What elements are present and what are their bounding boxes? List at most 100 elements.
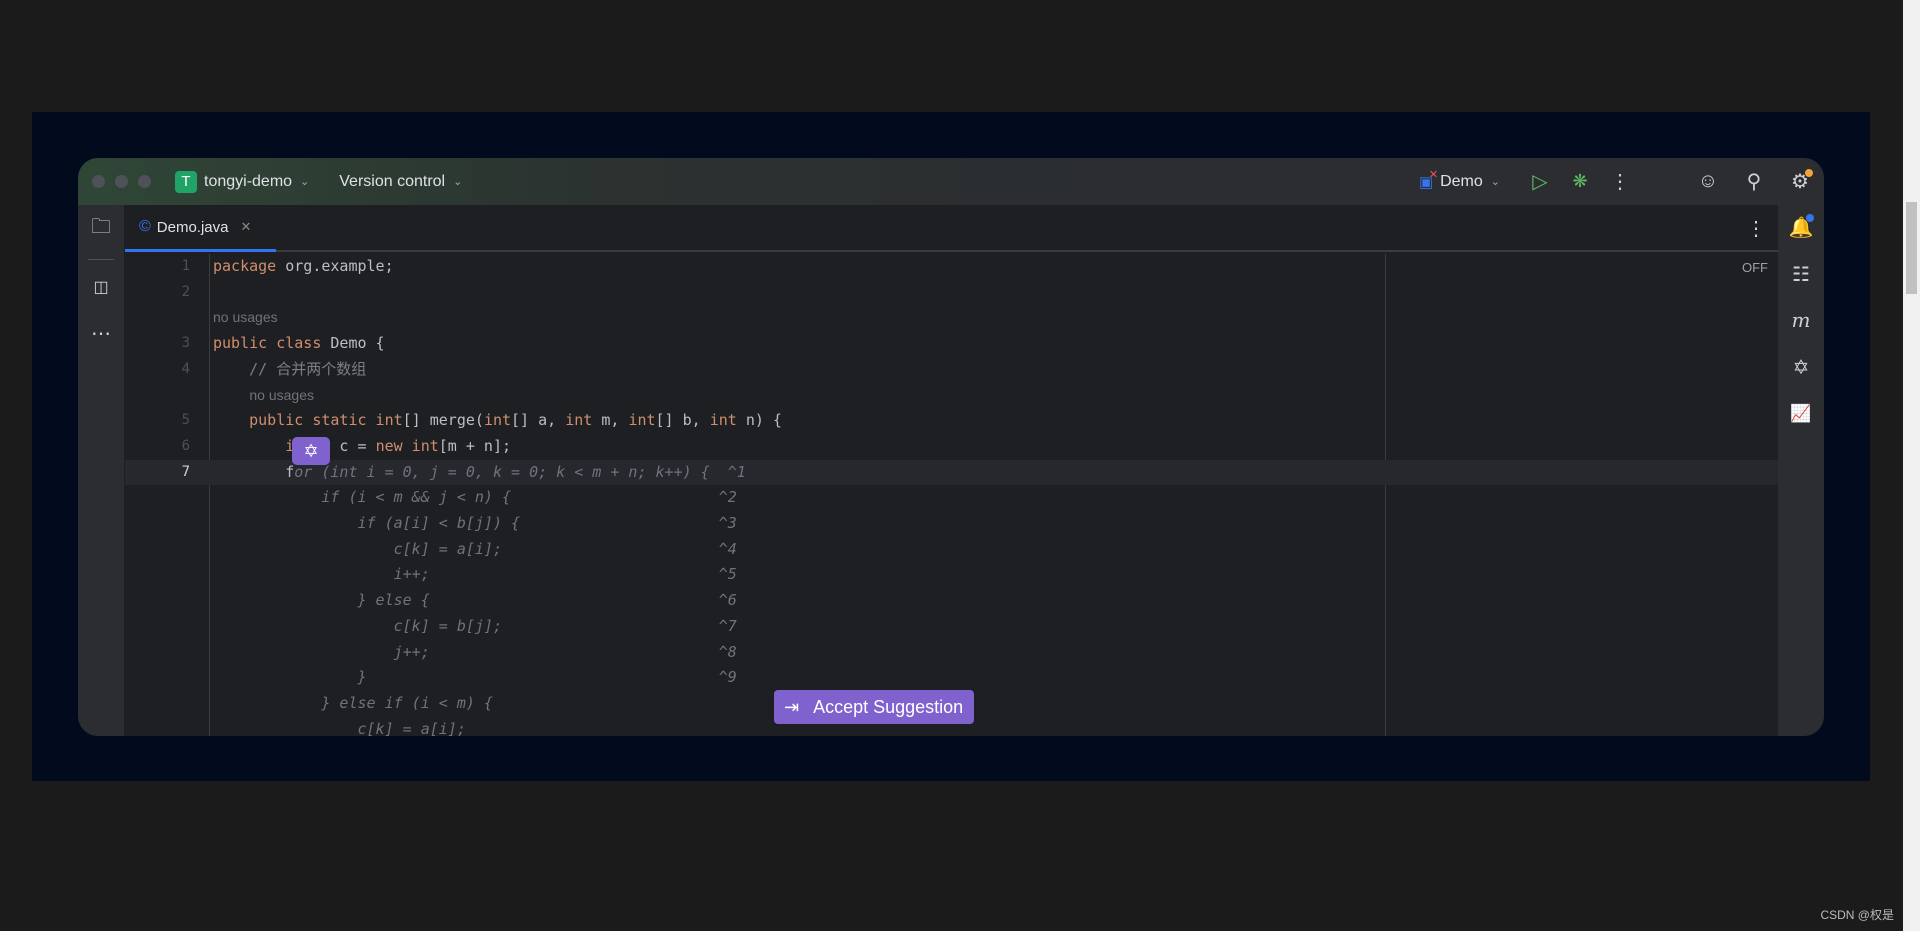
debug-icon[interactable]: ❋ bbox=[1566, 168, 1594, 196]
accept-suggestion-button[interactable]: ⇥ Accept Suggestion bbox=[774, 690, 974, 724]
code-lens-hint: no usages bbox=[125, 383, 1778, 409]
run-config-icon: ▣ ✕ bbox=[1419, 168, 1439, 191]
code-token: Demo { bbox=[330, 334, 385, 353]
ghost-suggestion-text: j++; ^8 bbox=[213, 642, 737, 661]
code-token: f bbox=[213, 462, 295, 481]
maven-icon[interactable]: m bbox=[1787, 306, 1815, 334]
folder-icon[interactable]: 🗀 bbox=[87, 215, 115, 243]
code-line: if (a[i] < b[j]) { ^3 bbox=[125, 511, 1778, 537]
code-line: } ^9 bbox=[125, 665, 1778, 691]
version-control-label: Version control bbox=[339, 172, 446, 190]
database-icon[interactable]: ☷ bbox=[1787, 260, 1815, 288]
ghost-suggestion-text: c[k] = a[i]; ^4 bbox=[213, 539, 737, 558]
tongyi-lingma-icon[interactable]: ✡ bbox=[1787, 353, 1815, 381]
ghost-suggestion-text: i++; ^5 bbox=[213, 565, 737, 584]
code-token: new int bbox=[375, 436, 439, 455]
code-token: int bbox=[483, 411, 512, 430]
line-number: 3 bbox=[181, 335, 190, 352]
page-scrollbar[interactable] bbox=[1903, 0, 1920, 931]
code-token: [] b, bbox=[655, 411, 710, 430]
run-config-selector[interactable]: ▣ ✕ Demo ⌄ bbox=[1412, 168, 1500, 196]
code-token: int bbox=[709, 411, 737, 430]
code-token: n) { bbox=[736, 411, 782, 430]
editor-tabs: © Demo.java ✕ ⋮ bbox=[125, 205, 1778, 252]
title-bar: T tongyi-demo ⌄ Version control ⌄ ▣ ✕ Dem… bbox=[78, 158, 1824, 205]
code-token: public static int bbox=[213, 411, 403, 430]
accept-suggestion-label: Accept Suggestion bbox=[813, 696, 964, 717]
java-class-icon: © bbox=[139, 218, 151, 235]
code-line: 3 public class Demo { bbox=[125, 331, 1778, 357]
code-token: [m + n]; bbox=[438, 436, 512, 455]
code-line: 6 int[] c = new int[m + n]; bbox=[125, 434, 1778, 460]
tongyi-suggestion-icon[interactable]: ✡ bbox=[292, 437, 330, 465]
ghost-suggestion-text: c[k] = b[j]; ^7 bbox=[213, 616, 737, 635]
ghost-suggestion-text: or (int i = 0, j = 0, k = 0; k < m + n; … bbox=[294, 462, 746, 481]
code-line: 2 bbox=[125, 280, 1778, 306]
code-token: [] a, bbox=[511, 411, 566, 430]
code-line: 7 for (int i = 0, j = 0, k = 0; k < m + … bbox=[125, 459, 1778, 486]
divider bbox=[88, 259, 114, 260]
ghost-suggestion-text: if (i < m && j < n) { ^2 bbox=[213, 488, 737, 507]
code-token: public class bbox=[213, 334, 331, 353]
code-line: } else { ^6 bbox=[125, 588, 1778, 614]
line-number: 5 bbox=[181, 412, 190, 429]
code-line: 5 public static int[] merge(int[] a, int… bbox=[125, 408, 1778, 434]
more-tools-icon[interactable]: ⋯ bbox=[87, 319, 115, 347]
ghost-suggestion-text: } else { ^6 bbox=[213, 591, 737, 610]
usages-hint[interactable]: no usages bbox=[213, 309, 278, 325]
line-number: 2 bbox=[181, 283, 190, 300]
code-token: package bbox=[213, 257, 286, 275]
tab-key-icon: ⇥ bbox=[784, 696, 800, 717]
code-token: [] merge( bbox=[402, 411, 484, 430]
profiler-icon[interactable]: 📈 bbox=[1787, 400, 1815, 428]
ghost-suggestion-text: c[k] = a[i]; bbox=[213, 719, 466, 736]
add-user-icon[interactable]: ☺ bbox=[1694, 168, 1722, 196]
project-badge: T bbox=[175, 170, 197, 193]
code-line: 4 // 合并两个数组 bbox=[125, 357, 1778, 383]
line-number: 4 bbox=[181, 360, 190, 377]
code-token: m, bbox=[592, 411, 629, 430]
scrollbar-thumb[interactable] bbox=[1906, 202, 1917, 294]
minimize-window-button[interactable] bbox=[115, 175, 128, 188]
maximize-window-button[interactable] bbox=[138, 175, 151, 188]
line-number: 7 bbox=[181, 463, 190, 480]
search-icon[interactable]: ⚲ bbox=[1740, 168, 1768, 196]
close-window-button[interactable] bbox=[92, 175, 105, 188]
right-tool-strip: 🔔 ☷ m ✡ 📈 bbox=[1778, 205, 1824, 736]
more-icon[interactable]: ⋮ bbox=[1606, 168, 1634, 196]
code-line: if (i < m && j < n) { ^2 bbox=[125, 485, 1778, 511]
code-line: 1 package org.example; bbox=[125, 254, 1778, 280]
chevron-down-icon: ⌄ bbox=[1490, 176, 1500, 188]
ghost-suggestion-text: } ^9 bbox=[213, 668, 737, 687]
notifications-icon[interactable]: 🔔 bbox=[1787, 213, 1815, 241]
run-config-name: Demo bbox=[1440, 172, 1483, 190]
close-tab-icon[interactable]: ✕ bbox=[241, 219, 252, 235]
line-number: 1 bbox=[181, 258, 190, 274]
code-token: // 合并两个数组 bbox=[213, 359, 367, 378]
code-token: org.example; bbox=[285, 257, 394, 275]
tab-demo-java[interactable]: © Demo.java ✕ bbox=[125, 205, 276, 252]
structure-icon[interactable]: ◫ bbox=[87, 273, 115, 301]
usages-hint[interactable]: no usages bbox=[249, 387, 314, 403]
version-control-menu[interactable]: Version control ⌄ bbox=[339, 173, 462, 191]
code-editor[interactable]: OFF 1 package org.example; 2 no usages 3 publ… bbox=[125, 254, 1778, 736]
left-tool-strip: 🗀 ◫ ⋯ bbox=[78, 205, 125, 736]
project-selector[interactable]: T tongyi-demo ⌄ bbox=[175, 170, 310, 193]
code-token: int bbox=[565, 411, 593, 430]
ghost-suggestion-text: } else if (i < m) { bbox=[213, 693, 493, 712]
project-name: tongyi-demo bbox=[204, 172, 293, 190]
code-lens-hint: no usages bbox=[125, 305, 1778, 331]
code-line: c[k] = a[i]; ^4 bbox=[125, 537, 1778, 563]
tab-options-icon[interactable]: ⋮ bbox=[1742, 214, 1770, 242]
run-icon[interactable]: ▷ bbox=[1526, 168, 1554, 196]
code-line: c[k] = b[j]; ^7 bbox=[125, 614, 1778, 640]
chevron-down-icon: ⌄ bbox=[300, 176, 310, 188]
code-token: int bbox=[628, 411, 656, 430]
tab-label: Demo.java bbox=[156, 218, 229, 236]
settings-icon[interactable]: ⚙ bbox=[1786, 168, 1814, 196]
chevron-down-icon: ⌄ bbox=[453, 176, 463, 188]
code-token: i bbox=[213, 436, 295, 455]
code-line: i++; ^5 bbox=[125, 562, 1778, 588]
code-line: j++; ^8 bbox=[125, 640, 1778, 666]
watermark: CSDN @权是 bbox=[1820, 908, 1894, 922]
